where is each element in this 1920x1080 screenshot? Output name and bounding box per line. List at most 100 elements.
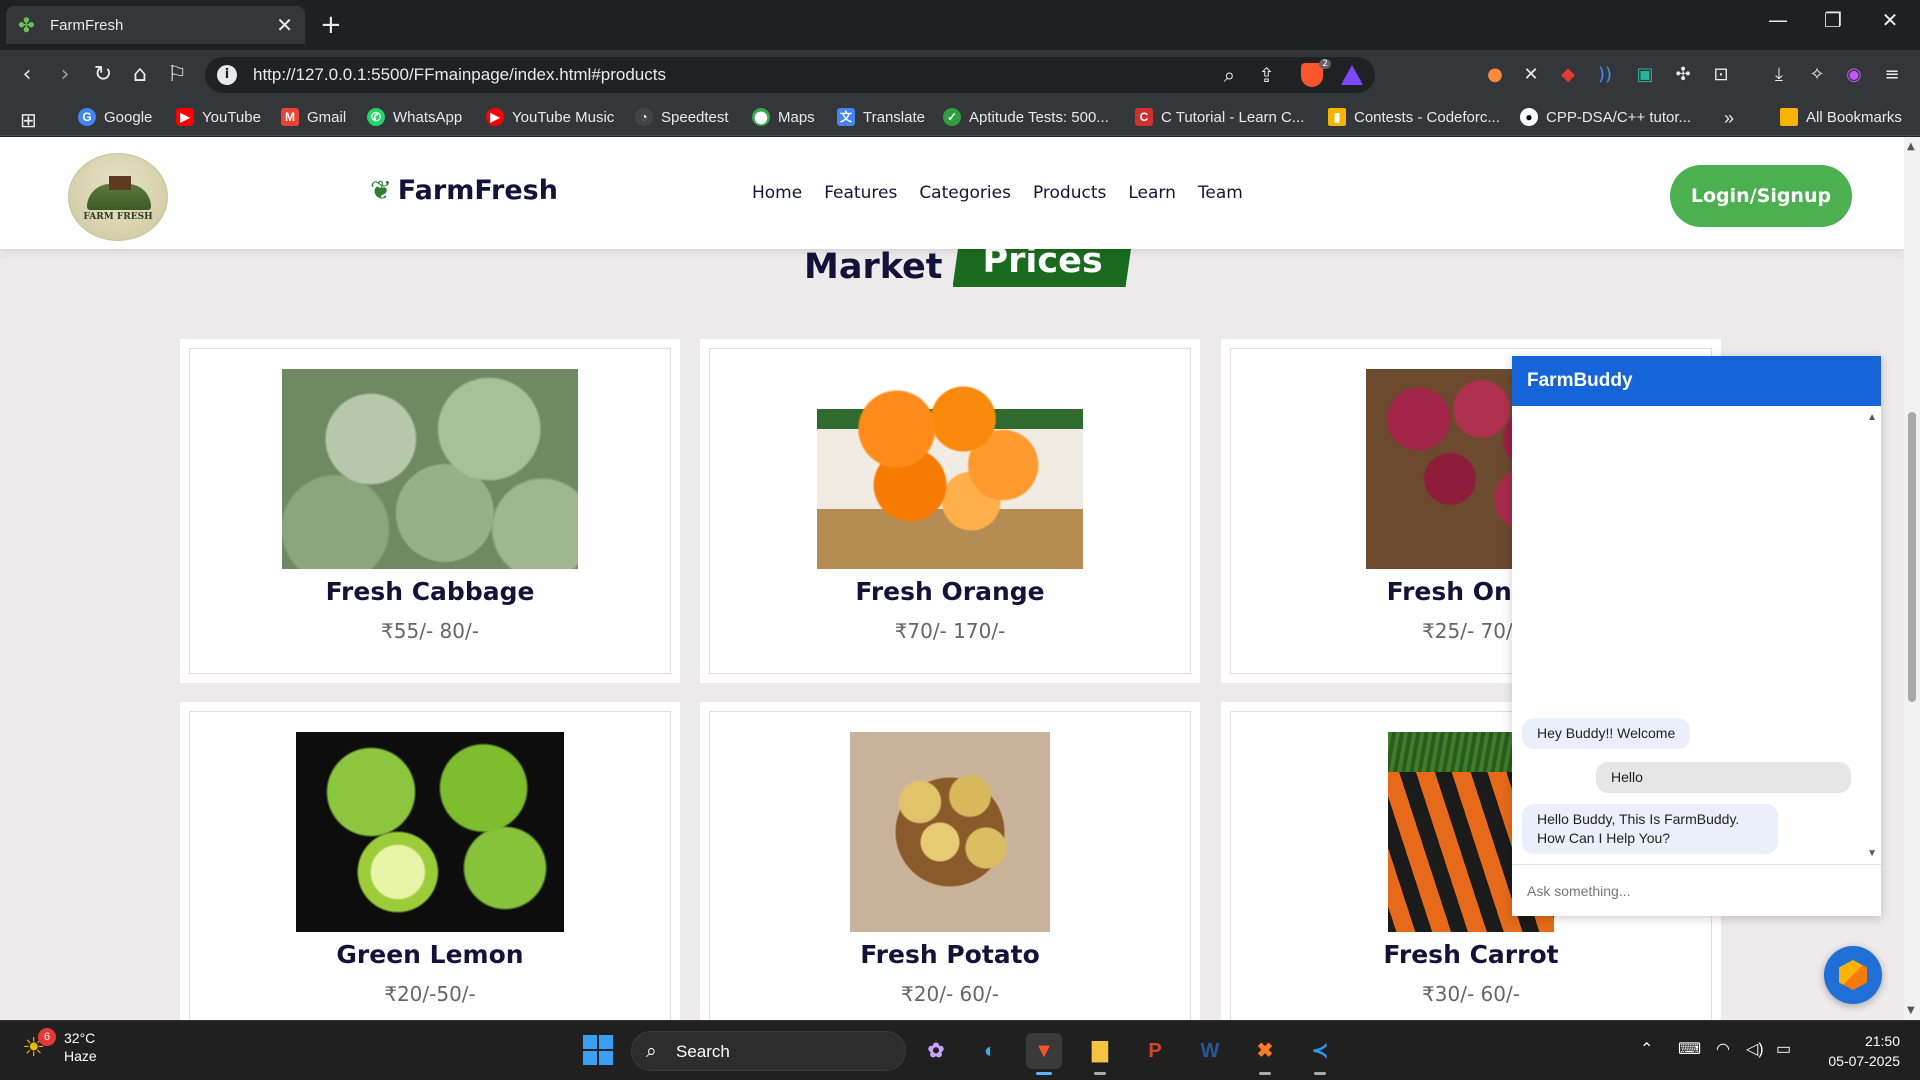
haze-weather-icon: ☀ 6 xyxy=(22,1028,56,1062)
bookmark-translate[interactable]: 文 Translate xyxy=(837,108,925,126)
product-price: ₹20/-50/- xyxy=(384,982,476,1006)
clover-favicon-icon: ✤ xyxy=(18,13,35,37)
product-card[interactable]: Fresh Cabbage ₹55/- 80/- xyxy=(180,339,680,683)
bookmark-codeforces[interactable]: ▮ Contests - Codeforc... xyxy=(1328,108,1500,126)
extension-pdf-icon[interactable]: ◆ xyxy=(1556,63,1580,87)
scrollbar-thumb[interactable] xyxy=(1908,412,1916,702)
codeforces-icon: ▮ xyxy=(1328,108,1346,126)
chat-messages[interactable]: ▲ Hey Buddy!! Welcome Hello Hello Buddy,… xyxy=(1512,406,1881,863)
extension-x-icon[interactable]: ✕ xyxy=(1519,63,1543,87)
product-card[interactable]: Fresh Orange ₹70/- 170/- xyxy=(700,339,1200,683)
edge-icon[interactable]: ◐ xyxy=(972,1033,1008,1069)
extension-code-icon[interactable]: ▣ xyxy=(1633,63,1657,87)
forward-icon[interactable]: › xyxy=(50,62,80,87)
chat-launcher-button[interactable] xyxy=(1824,946,1882,1004)
nav-categories[interactable]: Categories xyxy=(919,183,1011,203)
search-icon: ⌕ xyxy=(646,1041,657,1062)
profile-avatar-icon[interactable]: ◉ xyxy=(1842,63,1866,87)
restore-icon[interactable]: ❐ xyxy=(1813,8,1853,32)
download-icon[interactable]: ⤓ xyxy=(1767,63,1791,87)
extension-read-aloud-icon[interactable]: )) xyxy=(1593,63,1617,87)
minimize-icon[interactable]: — xyxy=(1758,8,1798,32)
tab-title: FarmFresh xyxy=(50,16,124,34)
bookmark-icon[interactable]: ⚐ xyxy=(162,62,192,87)
logo-text: FARM FRESH xyxy=(83,212,153,222)
lemon-image xyxy=(296,732,564,932)
address-bar[interactable]: i http://127.0.0.1:5500/FFmainpage/index… xyxy=(205,57,1375,93)
file-explorer-icon[interactable]: ▇ xyxy=(1082,1033,1118,1075)
bookmark-google[interactable]: G Google xyxy=(78,108,152,126)
bookmark-label: C Tutorial - Learn C... xyxy=(1161,108,1305,126)
brand[interactable]: ❦ FarmFresh xyxy=(370,175,558,206)
back-icon[interactable]: ‹ xyxy=(12,62,42,87)
share-icon[interactable]: ⇪ xyxy=(1258,63,1275,87)
nav-learn[interactable]: Learn xyxy=(1128,183,1176,203)
youtube-music-icon: ▶ xyxy=(486,108,504,126)
bookmark-c-tutorial[interactable]: C C Tutorial - Learn C... xyxy=(1135,108,1304,126)
powerpoint-icon[interactable]: P xyxy=(1137,1033,1173,1069)
nav-team[interactable]: Team xyxy=(1198,183,1243,203)
site-info-icon[interactable]: i xyxy=(217,65,237,85)
chat-input[interactable]: Ask something... xyxy=(1512,864,1881,916)
nav-home[interactable]: Home xyxy=(752,183,802,203)
volume-icon[interactable]: ◁) xyxy=(1746,1039,1764,1059)
bookmark-youtube-music[interactable]: ▶ YouTube Music xyxy=(486,108,614,126)
product-name: Fresh Potato xyxy=(860,940,1040,969)
zoom-icon[interactable]: ⌕ xyxy=(1224,63,1235,87)
windows-start-icon[interactable] xyxy=(583,1035,613,1065)
extension-icon-1[interactable]: ● xyxy=(1483,63,1507,87)
taskbar-search[interactable]: ⌕ Search xyxy=(631,1031,906,1071)
product-price: ₹30/- 60/- xyxy=(1422,982,1520,1006)
home-icon[interactable]: ⌂ xyxy=(125,62,155,87)
close-window-icon[interactable]: ✕ xyxy=(1870,8,1910,32)
system-clock[interactable]: 21:50 05-07-2025 xyxy=(1816,1031,1900,1071)
new-tab-icon[interactable]: + xyxy=(320,10,342,40)
bookmark-cpp-dsa[interactable]: ● CPP-DSA/C++ tutor... xyxy=(1520,108,1691,126)
nav-features[interactable]: Features xyxy=(824,183,897,203)
battery-icon[interactable]: ▭ xyxy=(1776,1039,1791,1059)
bookmark-gmail[interactable]: M Gmail xyxy=(281,108,346,126)
bookmark-whatsapp[interactable]: ✆ WhatsApp xyxy=(367,108,462,126)
login-signup-button[interactable]: Login/Signup xyxy=(1670,165,1852,227)
menu-icon[interactable]: ≡ xyxy=(1880,63,1904,87)
brave-taskbar-icon[interactable]: ▼ xyxy=(1026,1033,1062,1075)
show-hidden-icons-icon[interactable]: ⌃ xyxy=(1640,1039,1653,1059)
nav-products[interactable]: Products xyxy=(1033,183,1106,203)
bookmark-youtube[interactable]: ▶ YouTube xyxy=(176,108,261,126)
bookmark-aptitude-tests[interactable]: ✓ Aptitude Tests: 500... xyxy=(943,108,1109,126)
close-tab-icon[interactable]: ✕ xyxy=(276,13,293,37)
bookmark-label: CPP-DSA/C++ tutor... xyxy=(1546,108,1692,126)
sprout-icon: ❦ xyxy=(370,175,392,206)
wifi-icon[interactable]: ◠ xyxy=(1716,1039,1730,1059)
reader-mode-icon[interactable]: ⊡ xyxy=(1709,63,1733,87)
chat-scroll-up-icon[interactable]: ▲ xyxy=(1867,412,1877,423)
bookmark-speedtest[interactable]: ◔ Speedtest xyxy=(635,108,729,126)
translate-icon: 文 xyxy=(837,108,855,126)
apps-grid-icon[interactable]: ⊞ xyxy=(20,108,37,133)
browser-tab-farmfresh[interactable]: ✤ FarmFresh ✕ xyxy=(6,6,305,44)
url-text[interactable]: http://127.0.0.1:5500/FFmainpage/index.h… xyxy=(253,65,666,85)
xampp-icon[interactable]: ✖ xyxy=(1247,1033,1283,1075)
farm-fresh-logo[interactable]: FARM FRESH xyxy=(68,153,168,241)
extensions-puzzle-icon[interactable]: ✣ xyxy=(1671,63,1695,87)
bookmark-maps[interactable]: ⬤ Maps xyxy=(752,108,815,126)
keyboard-icon[interactable]: ⌨ xyxy=(1678,1039,1701,1059)
all-bookmarks-folder[interactable]: All Bookmarks xyxy=(1780,108,1902,126)
brave-rewards-icon[interactable] xyxy=(1341,65,1363,85)
leo-ai-icon[interactable]: ✧ xyxy=(1805,63,1829,87)
more-bookmarks-icon[interactable]: » xyxy=(1724,108,1734,129)
scroll-up-icon[interactable]: ▲ xyxy=(1907,141,1915,152)
brave-shield-icon[interactable]: 2 xyxy=(1301,59,1331,87)
chat-message-bot: Hello Buddy, This Is FarmBuddy. How Can … xyxy=(1522,804,1778,854)
page-scrollbar[interactable]: ▲ ▼ xyxy=(1904,137,1920,1020)
reload-icon[interactable]: ↻ xyxy=(88,62,118,87)
github-icon: ● xyxy=(1520,108,1538,126)
weather-widget[interactable]: ☀ 6 32°C Haze xyxy=(22,1028,97,1065)
vscode-icon[interactable]: ≺ xyxy=(1302,1033,1338,1075)
product-card[interactable]: Fresh Potato ₹20/- 60/- xyxy=(700,702,1200,1020)
scroll-down-icon[interactable]: ▼ xyxy=(1907,1005,1915,1016)
copilot-icon[interactable]: ✿ xyxy=(918,1033,954,1069)
chat-scroll-down-icon[interactable]: ▼ xyxy=(1867,848,1877,859)
word-icon[interactable]: W xyxy=(1192,1033,1228,1069)
product-card[interactable]: Green Lemon ₹20/-50/- xyxy=(180,702,680,1020)
